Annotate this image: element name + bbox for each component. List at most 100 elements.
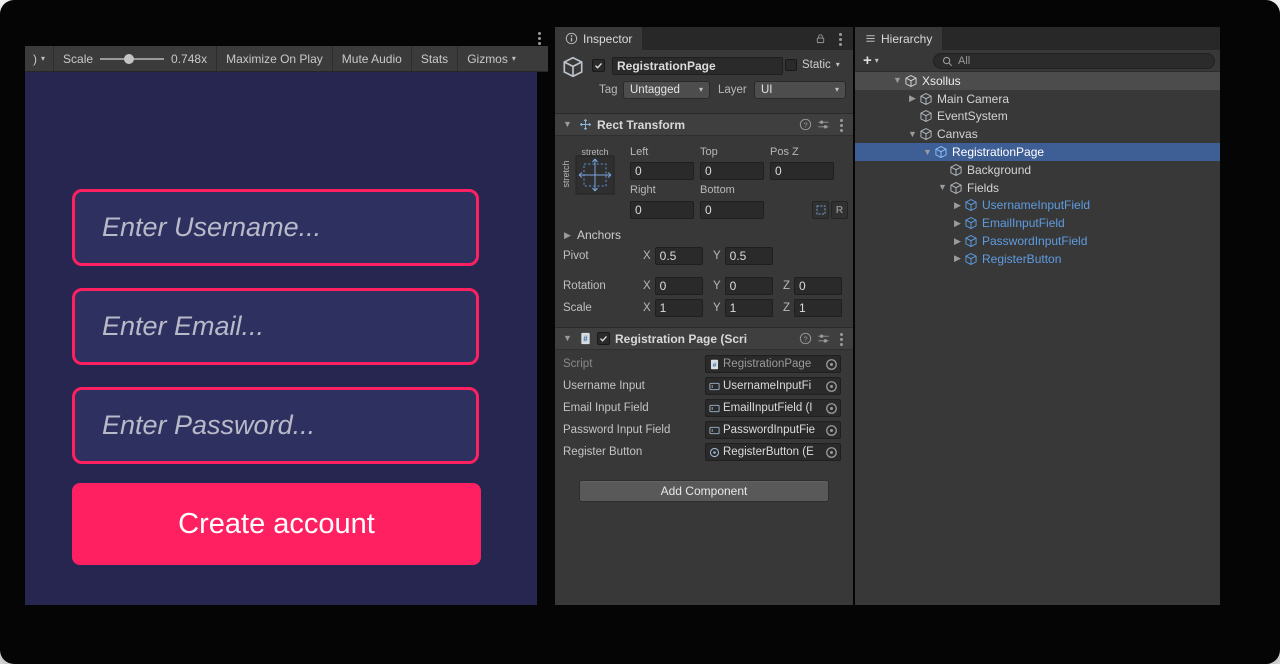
posz-field[interactable] [770,162,834,180]
hierarchy-item-label: RegisterButton [982,252,1061,266]
hierarchy-row-usernameinputfield[interactable]: ▶ UsernameInputField [855,197,1220,215]
hierarchy-item-label: EmailInputField [982,216,1065,230]
tab-inspector[interactable]: Inspector [555,27,642,50]
rotation-z-field[interactable] [794,277,842,295]
hierarchy-panel: Hierarchy + ▾ All ▼ Xsollus ▶ Main Camer… [855,27,1220,605]
right-field[interactable] [630,201,694,219]
scale-y-field[interactable] [725,299,773,317]
blueprint-mode-button[interactable] [812,201,829,219]
gameobject-cube-icon [919,127,933,141]
username-input-field[interactable]: Enter Username... [72,189,479,266]
chevron-down-icon: ▾ [699,86,703,94]
help-icon[interactable] [799,118,812,131]
script-property-row: Password Input Field PasswordInputFie [555,421,853,439]
help-icon[interactable] [799,332,812,345]
inspector-menu-icon[interactable] [834,32,846,46]
expander-icon[interactable]: ▼ [561,334,574,343]
expander-icon[interactable]: ▶ [951,201,964,210]
hierarchy-row-scene[interactable]: ▼ Xsollus [855,72,1220,90]
lock-icon[interactable] [815,33,826,44]
stats-button[interactable]: Stats [412,46,458,71]
anchor-stretch-v-label: stretch [561,154,571,194]
presets-icon[interactable] [817,332,830,345]
anchors-foldout[interactable]: ▶ Anchors [561,228,621,242]
object-picker-icon[interactable] [825,402,838,415]
tab-hierarchy[interactable]: Hierarchy [855,27,942,50]
raw-mode-button[interactable]: R [831,201,848,219]
scale-label: Scale [563,302,592,314]
hierarchy-row-passwordinputfield[interactable]: ▶ PasswordInputField [855,232,1220,250]
hierarchy-row-registerbutton[interactable]: ▶ RegisterButton [855,250,1220,268]
hierarchy-row-registrationpage[interactable]: ▼ RegistrationPage [855,143,1220,161]
password-input-object-field[interactable]: PasswordInputFie [705,421,841,439]
expander-icon[interactable]: ▶ [561,231,574,240]
expander-icon[interactable]: ▶ [906,94,919,103]
expander-icon[interactable]: ▼ [906,130,919,139]
check-icon [599,334,608,343]
username-input-object-field[interactable]: UsernameInputFi [705,377,841,395]
aspect-ratio-dropdown[interactable]: ) ▾ [25,46,54,71]
tag-dropdown[interactable]: Untagged ▾ [623,81,710,99]
anchor-preset-widget[interactable] [575,155,615,195]
hierarchy-row-canvas[interactable]: ▼ Canvas [855,125,1220,143]
expander-icon[interactable]: ▶ [951,254,964,263]
pivot-x-field[interactable] [655,247,703,265]
rotation-x-field[interactable] [655,277,703,295]
gameobject-name-field[interactable] [612,57,783,75]
expander-icon[interactable]: ▶ [951,237,964,246]
layer-dropdown[interactable]: UI ▾ [754,81,846,99]
register-button-object-field[interactable]: RegisterButton (E [705,443,841,461]
scale-x-field[interactable] [655,299,703,317]
expander-icon[interactable]: ▶ [951,219,964,228]
active-checkbox[interactable] [592,59,605,72]
email-input-object-field[interactable]: EmailInputField (I [705,399,841,417]
password-input-field[interactable]: Enter Password... [72,387,479,464]
chevron-down-icon: ▾ [835,86,839,94]
static-toggle[interactable]: Static ▾ [785,59,840,71]
expander-icon[interactable]: ▼ [891,76,904,85]
left-field[interactable] [630,162,694,180]
object-picker-icon[interactable] [825,358,838,371]
gameobject-cube-icon [919,109,933,123]
script-object-field[interactable]: RegistrationPage [705,355,841,373]
object-picker-icon[interactable] [825,380,838,393]
hierarchy-row-main-camera[interactable]: ▶ Main Camera [855,90,1220,108]
script-component-header[interactable]: ▼ Registration Page (Scri [555,327,853,350]
input-field-icon [709,425,720,436]
posz-label: Pos Z [770,146,799,158]
hierarchy-row-fields[interactable]: ▼ Fields [855,179,1220,197]
rotation-y-field[interactable] [725,277,773,295]
bottom-field[interactable] [700,201,764,219]
hierarchy-row-eventsystem[interactable]: EventSystem [855,108,1220,126]
expander-icon[interactable]: ▼ [936,183,949,192]
expander-icon[interactable]: ▼ [921,148,934,157]
inspector-tabbar: Inspector [555,27,853,50]
pivot-y-field[interactable] [725,247,773,265]
create-object-button[interactable]: + ▾ [863,53,879,68]
component-menu-icon[interactable] [835,118,847,132]
hierarchy-row-emailinputfield[interactable]: ▶ EmailInputField [855,214,1220,232]
static-checkbox[interactable] [785,59,797,71]
add-component-button[interactable]: Add Component [579,480,829,502]
rect-transform-header[interactable]: ▼ Rect Transform [555,113,853,136]
game-pane-menu-icon[interactable] [533,31,545,45]
slider-knob[interactable] [124,54,134,64]
component-menu-icon[interactable] [835,332,847,346]
gizmos-dropdown[interactable]: Gizmos ▾ [458,46,525,71]
top-field[interactable] [700,162,764,180]
component-enabled-checkbox[interactable] [597,332,610,345]
create-account-button[interactable]: Create account [72,483,481,565]
scale-z-field[interactable] [794,299,842,317]
object-picker-icon[interactable] [825,424,838,437]
hierarchy-row-background[interactable]: Background [855,161,1220,179]
object-picker-icon[interactable] [825,446,838,459]
maximize-on-play-button[interactable]: Maximize On Play [217,46,333,71]
hierarchy-search-input[interactable]: All [933,53,1215,69]
mute-audio-button[interactable]: Mute Audio [333,46,412,71]
search-icon [942,56,953,67]
scale-slider[interactable] [100,53,164,65]
layer-label: Layer [718,84,747,96]
expander-icon[interactable]: ▼ [561,120,574,129]
presets-icon[interactable] [817,118,830,131]
email-input-field[interactable]: Enter Email... [72,288,479,365]
